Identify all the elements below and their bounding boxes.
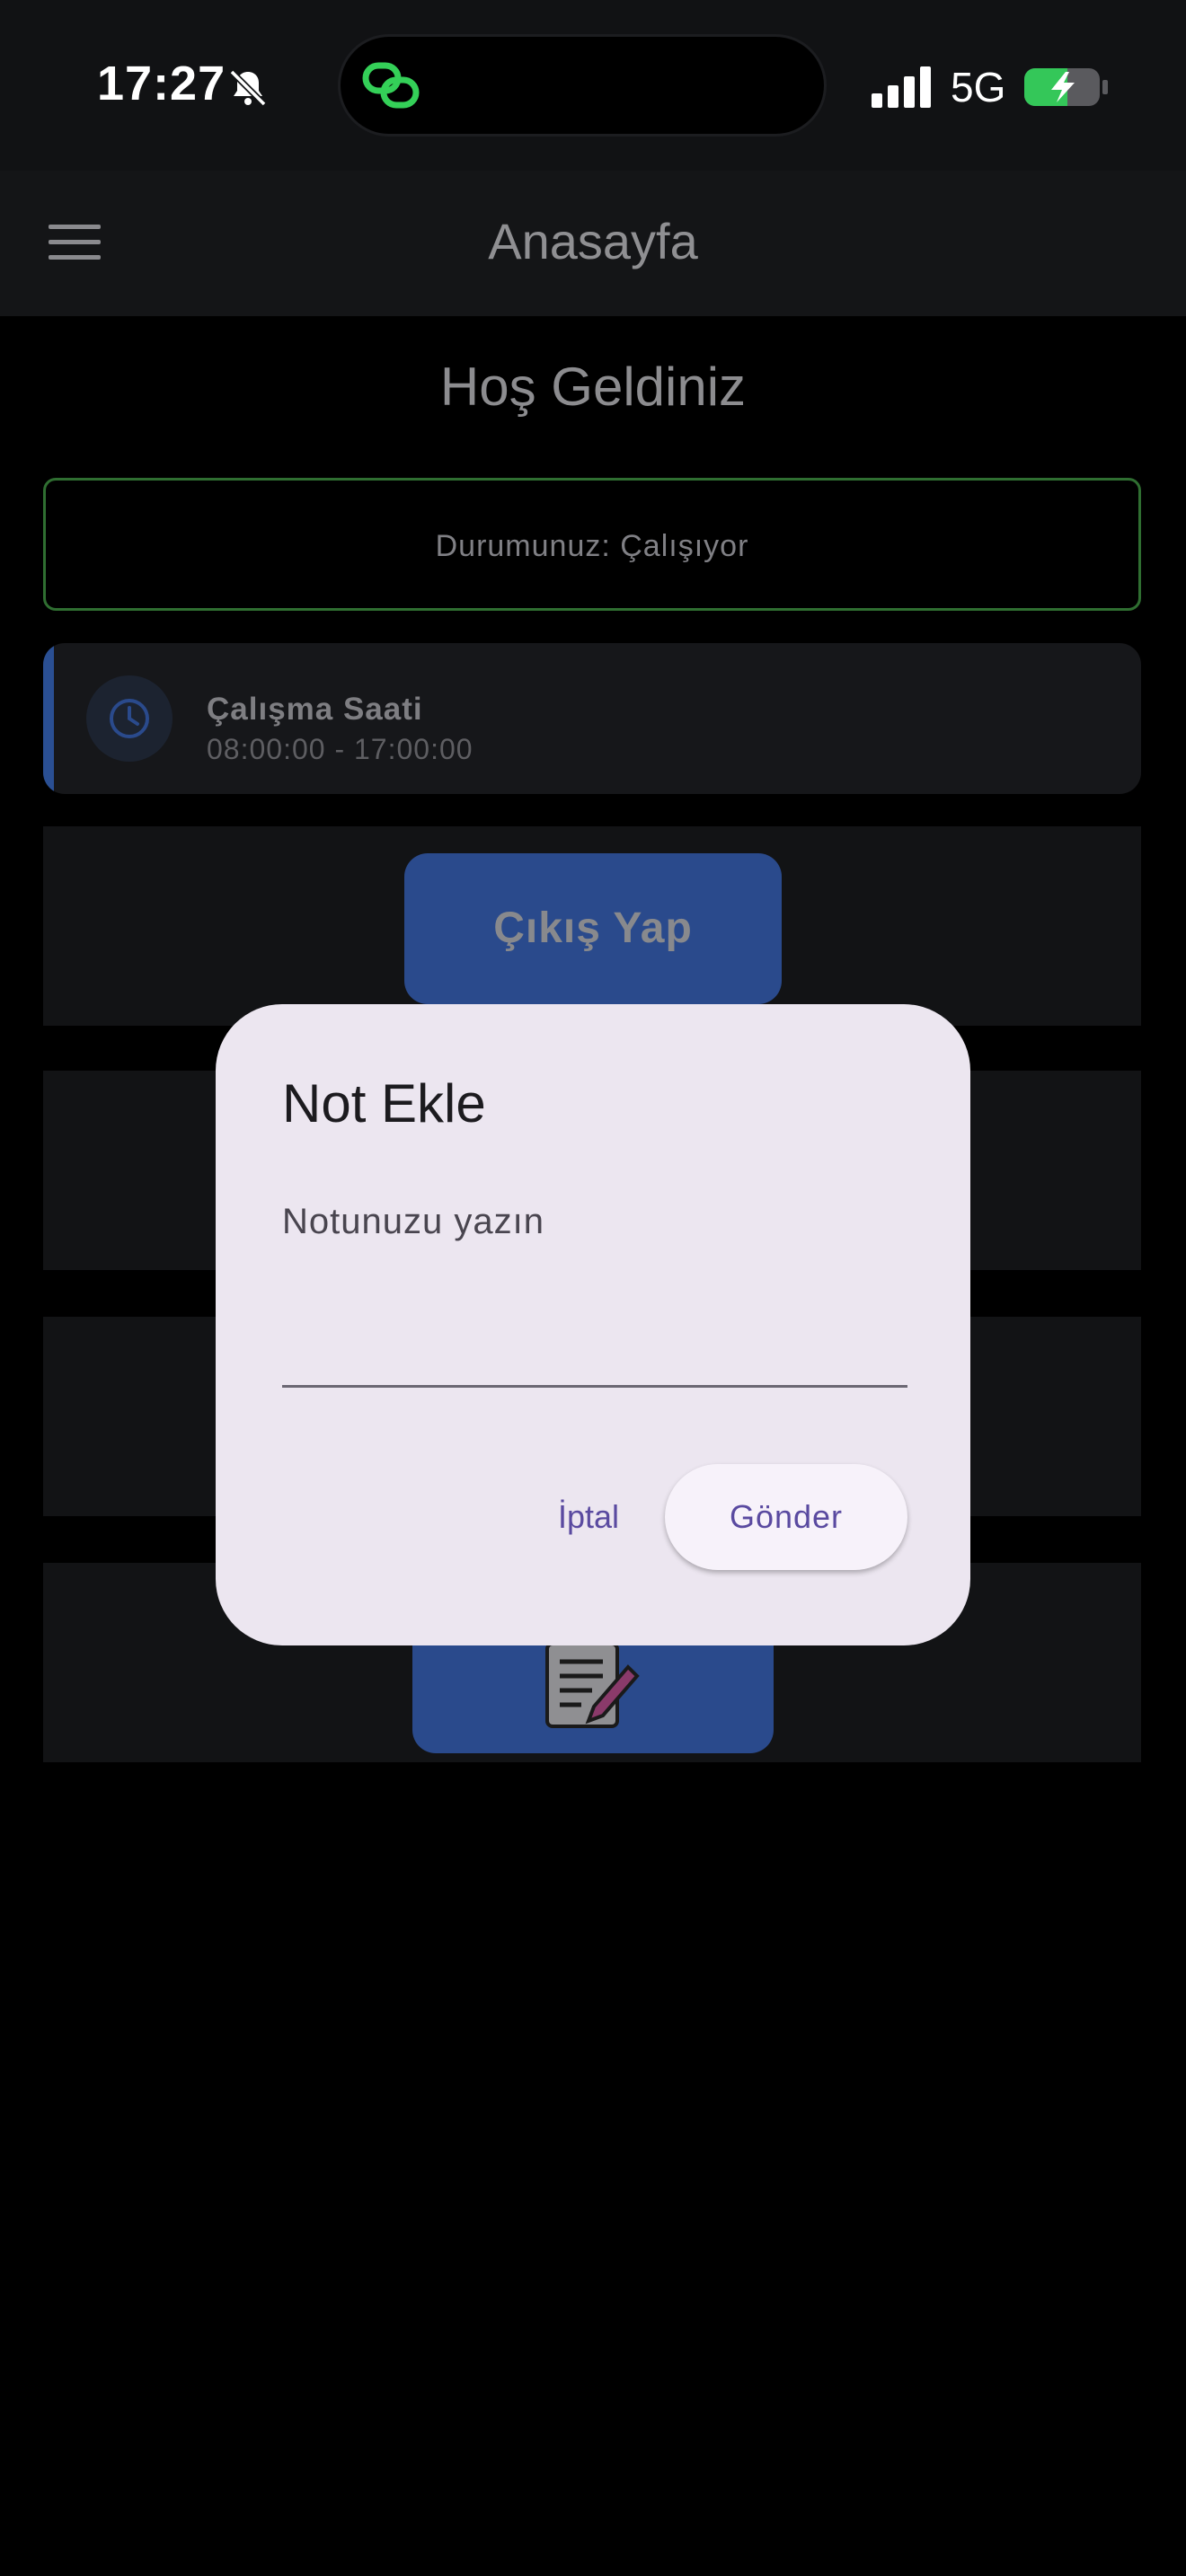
welcome-heading: Hoş Geldiniz [439, 357, 747, 417]
signal-icon [872, 66, 931, 108]
status-box: Durumunuz: Çalışıyor [43, 478, 1141, 611]
clock-icon [110, 699, 149, 738]
network-type: 5G [951, 64, 1006, 110]
card-accent-bar [43, 643, 54, 794]
status-text: Durumunuz: Çalışıyor [435, 529, 749, 563]
work-hours-label: Çalışma Saati [207, 692, 423, 727]
work-hours-card: Çalışma Saati 08:00:00 - 17:00:00 [43, 643, 1141, 794]
status-bar: 17:27 5G [0, 0, 1186, 171]
dynamic-island [338, 34, 827, 137]
note-edit-icon [545, 1642, 640, 1728]
work-hours-value: 08:00:00 - 17:00:00 [207, 733, 474, 765]
link-icon [362, 62, 420, 109]
bell-slash-icon [229, 69, 267, 107]
cancel-button[interactable]: İptal [509, 1464, 668, 1570]
battery-charging-icon [1024, 68, 1108, 106]
add-note-dialog: Not Ekle Notunuzu yazın İptal Gönder [216, 1004, 970, 1645]
note-input-underline [282, 1385, 907, 1388]
send-button[interactable]: Gönder [665, 1464, 907, 1570]
clock-icon-container [86, 675, 173, 762]
note-input[interactable]: Notunuzu yazın [282, 1202, 907, 1493]
status-time: 17:27 [97, 57, 226, 110]
page-title: Anasayfa [488, 213, 698, 269]
exit-button[interactable]: Çıkış Yap [404, 853, 782, 1004]
note-input-placeholder: Notunuzu yazın [282, 1202, 544, 1241]
dialog-title: Not Ekle [282, 1073, 486, 1134]
